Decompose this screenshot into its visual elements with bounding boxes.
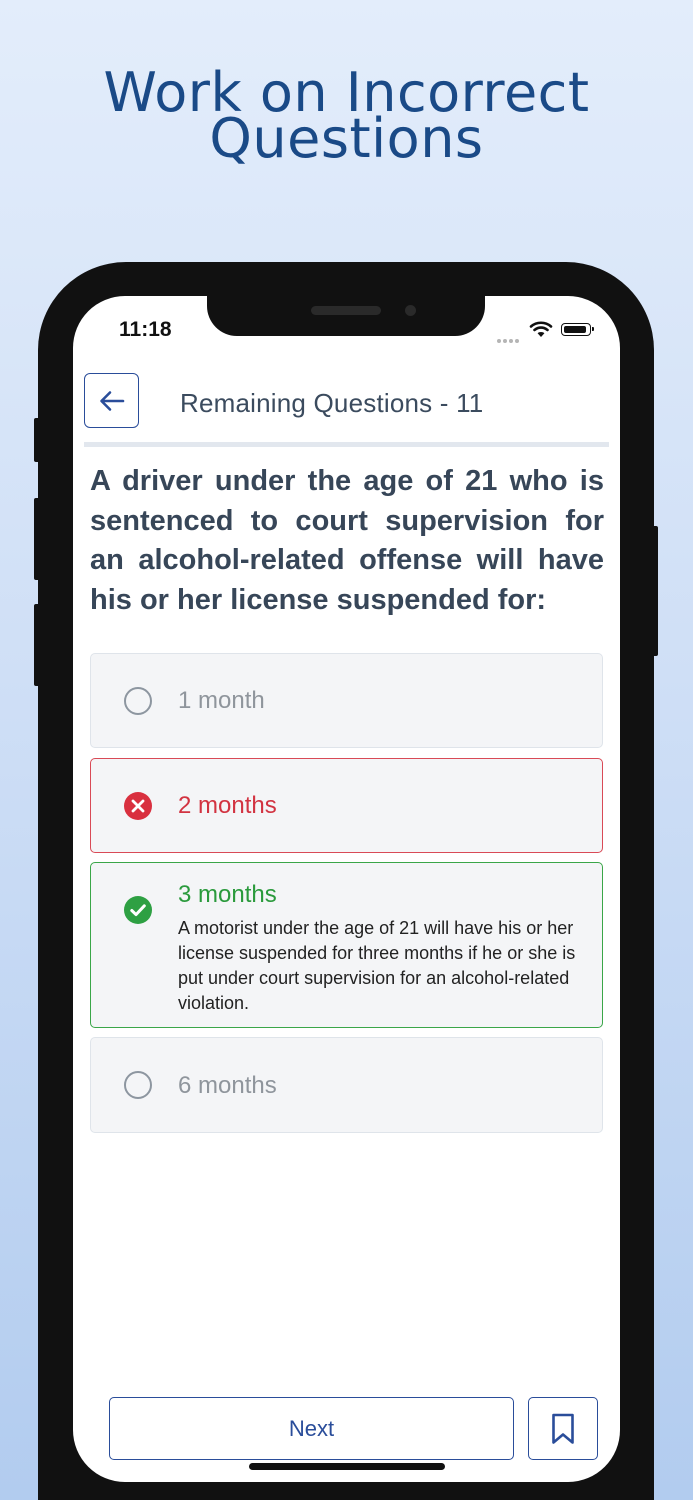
answer-option-4[interactable]: 6 months <box>90 1037 603 1133</box>
wifi-icon <box>529 321 553 337</box>
back-button[interactable] <box>84 373 139 428</box>
answer-option-label: 2 months <box>178 792 277 819</box>
status-time: 11:18 <box>119 318 172 341</box>
answer-option-3[interactable]: 3 months A motorist under the age of 21 … <box>90 862 603 1028</box>
answer-option-1[interactable]: 1 month <box>90 653 603 748</box>
answer-option-label: 6 months <box>178 1072 277 1099</box>
radio-empty-icon <box>124 687 152 715</box>
cellular-signal-icon <box>497 330 521 348</box>
question-text: A driver under the age of 21 who is sent… <box>90 465 604 616</box>
correct-check-icon <box>124 896 152 924</box>
bookmark-icon <box>552 1413 574 1444</box>
phone-screen: 11:18 Remaining Questions - 11 A driver … <box>73 296 620 1482</box>
promo-title: Work on Incorrect Questions <box>0 66 693 166</box>
answer-explanation: A motorist under the age of 21 will have… <box>178 918 576 1013</box>
remaining-questions-title: Remaining Questions - 11 <box>180 388 484 418</box>
answer-option-label: 3 months <box>178 881 277 908</box>
speaker-grille <box>311 306 381 315</box>
battery-icon <box>561 323 594 336</box>
header-divider <box>84 442 609 447</box>
home-indicator <box>249 1463 445 1470</box>
phone-notch <box>207 296 485 336</box>
arrow-left-icon <box>99 390 124 411</box>
next-button[interactable]: Next <box>109 1397 514 1460</box>
answer-option-2[interactable]: 2 months <box>90 758 603 853</box>
answer-option-label: 1 month <box>178 687 265 714</box>
front-camera <box>405 305 416 316</box>
bookmark-button[interactable] <box>528 1397 598 1460</box>
radio-empty-icon <box>124 1071 152 1099</box>
incorrect-x-icon <box>124 792 152 820</box>
